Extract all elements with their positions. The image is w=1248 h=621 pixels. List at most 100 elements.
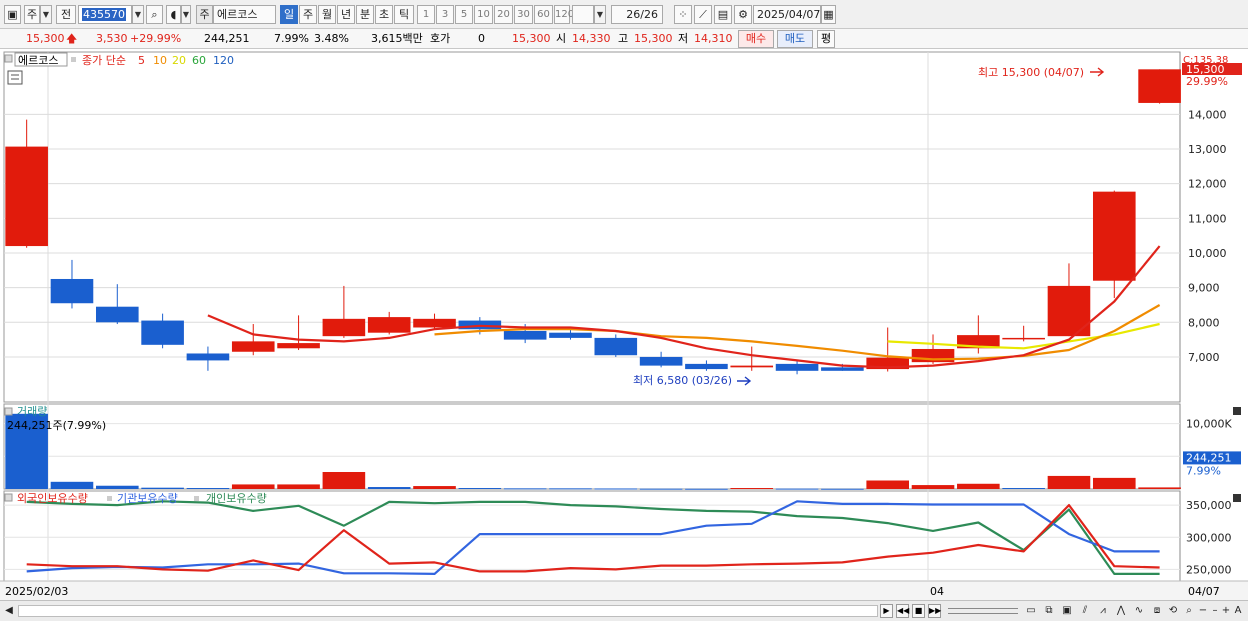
compare-icon[interactable]: ⧉ xyxy=(1042,604,1056,618)
interval-10[interactable]: 10 xyxy=(474,5,493,24)
period-year[interactable]: 년 xyxy=(337,5,355,24)
date-field[interactable]: 2025/04/07 xyxy=(753,5,821,24)
panel-toggle-icon[interactable] xyxy=(4,54,13,63)
change-percent: +29.99% xyxy=(130,32,182,45)
volume-bar xyxy=(639,488,683,490)
chevron-down-icon[interactable]: ▼ xyxy=(40,5,52,24)
holding-tick-label: 300,000 xyxy=(1186,531,1232,544)
fast-forward-icon[interactable]: ▶▶ xyxy=(928,604,941,618)
zoom-slider[interactable] xyxy=(948,608,1018,614)
period-second[interactable]: 초 xyxy=(375,5,393,24)
price-tick-label: 14,000 xyxy=(1188,108,1227,121)
gear-icon[interactable]: ⚙ xyxy=(734,5,752,24)
interval-1[interactable]: 1 xyxy=(417,5,435,24)
chevron-down-icon[interactable]: ▼ xyxy=(181,5,191,24)
individual-holding-legend: 개인보유수량 xyxy=(206,492,267,505)
panel-toggle-icon[interactable] xyxy=(4,407,13,416)
candle-body xyxy=(186,353,230,361)
volume-bar xyxy=(413,486,456,489)
buy-button[interactable]: 매수 xyxy=(738,30,774,48)
chart-type-icon[interactable]: ⫽ xyxy=(1078,604,1092,618)
sell-button[interactable]: 매도 xyxy=(777,30,813,48)
volume-bar xyxy=(549,488,592,490)
minimize-icon[interactable]: – xyxy=(1210,604,1220,618)
stock-name-field[interactable]: 에르코스 xyxy=(213,5,276,24)
period-day[interactable]: 일 xyxy=(280,5,298,24)
volume-bar xyxy=(1138,487,1181,489)
date-axis-strip xyxy=(0,581,1248,600)
interval-5[interactable]: 5 xyxy=(455,5,473,24)
volume-bar xyxy=(594,488,638,490)
chart-area[interactable]: 14,000 13,000 12,000 11,000 10,000 9,000 8,000… xyxy=(0,50,1248,600)
candle-body xyxy=(730,365,774,368)
interval-20[interactable]: 20 xyxy=(494,5,513,24)
panel-toggle-icon[interactable] xyxy=(4,493,13,502)
zoom-out-icon[interactable]: − xyxy=(1198,604,1208,618)
scroll-right-icon[interactable]: ▶ xyxy=(880,604,893,618)
close-icon[interactable] xyxy=(1233,494,1241,502)
ma60-legend: 60 xyxy=(192,54,206,67)
holding-tick-label: 250,000 xyxy=(1186,563,1232,576)
price-tick-label: 10,000 xyxy=(1188,247,1227,260)
axis-labels: 14,000 13,000 12,000 11,000 10,000 9,000 8,000… xyxy=(1182,55,1242,576)
volume-bar xyxy=(957,483,1000,489)
tools-icon[interactable]: ⁘ xyxy=(674,5,692,24)
reset-icon[interactable]: ⟲ xyxy=(1166,604,1180,618)
volume-bar xyxy=(685,488,728,490)
period-month[interactable]: 월 xyxy=(318,5,336,24)
price-change: 3,530 xyxy=(96,32,128,45)
magnifier-icon[interactable]: ⌕ xyxy=(1182,604,1196,618)
candle-body xyxy=(322,318,366,337)
grid-icon[interactable]: ⧈ xyxy=(1150,604,1164,618)
indicator-icon[interactable]: ⩘ xyxy=(1096,604,1110,618)
interval-30[interactable]: 30 xyxy=(514,5,533,24)
volume-bar xyxy=(1092,477,1136,489)
scroll-left-icon[interactable]: ◀ xyxy=(4,604,14,618)
cur-value: 15,300 xyxy=(512,32,551,45)
calculator-icon[interactable] xyxy=(7,70,23,85)
search-icon[interactable]: ⌕ xyxy=(146,5,163,24)
period-tick[interactable]: 틱 xyxy=(394,5,414,24)
average-button[interactable]: 평 xyxy=(817,30,835,48)
period-week[interactable]: 주 xyxy=(299,5,317,24)
font-size-icon[interactable]: A xyxy=(1232,604,1244,618)
ma5-legend: 5 xyxy=(138,54,145,67)
speaker-icon[interactable]: ◖ xyxy=(166,5,181,24)
volume-bar xyxy=(821,488,864,490)
interval-3[interactable]: 3 xyxy=(436,5,454,24)
interval-60[interactable]: 60 xyxy=(534,5,553,24)
layout-icon[interactable]: ▭ xyxy=(1024,604,1038,618)
trend-icon[interactable]: ⋀ xyxy=(1114,604,1128,618)
candle-body xyxy=(821,367,864,371)
calendar-icon[interactable]: ▦ xyxy=(821,5,836,24)
prev-button[interactable]: 전 xyxy=(56,5,76,24)
volume-bar xyxy=(503,488,547,490)
volume-bar xyxy=(231,484,275,489)
line-icon[interactable]: ∿ xyxy=(1132,604,1146,618)
overlay-icon[interactable]: ▣ xyxy=(1060,604,1074,618)
interval-120[interactable]: 120 xyxy=(554,5,574,24)
period-minute[interactable]: 분 xyxy=(356,5,374,24)
date-mid-label: 04 xyxy=(930,585,944,598)
close-icon[interactable] xyxy=(1233,407,1241,415)
page-counter: 26/26 xyxy=(611,5,663,24)
zoom-in-icon[interactable]: + xyxy=(1221,604,1231,618)
interval-custom-input[interactable] xyxy=(572,5,594,24)
price-tick-label: 9,000 xyxy=(1188,282,1220,295)
stop-icon[interactable]: ■ xyxy=(912,604,925,618)
chevron-down-icon[interactable]: ▼ xyxy=(594,5,606,24)
draw-icon[interactable]: ⟋ xyxy=(694,5,712,24)
volume-bar xyxy=(1047,475,1091,489)
candle-body xyxy=(413,318,456,328)
stock-code-input[interactable]: 435570 xyxy=(78,5,132,24)
low-value: 14,310 xyxy=(694,32,733,45)
save-icon[interactable]: ▤ xyxy=(714,5,732,24)
rewind-icon[interactable]: ◀◀ xyxy=(896,604,909,618)
volume-bar xyxy=(50,481,94,489)
type-selector[interactable]: 주 xyxy=(24,5,40,24)
candle-body xyxy=(231,341,275,352)
horizontal-scrollbar[interactable] xyxy=(18,605,878,617)
open-label: 시 xyxy=(556,32,567,45)
window-menu-icon[interactable]: ▣ xyxy=(4,5,21,24)
chevron-down-icon[interactable]: ▼ xyxy=(132,5,144,24)
